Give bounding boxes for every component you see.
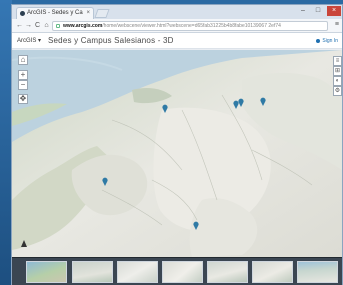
map-home-button[interactable]: ⌂: [18, 55, 28, 65]
slide-thumbnail[interactable]: [117, 261, 158, 283]
back-icon[interactable]: ←: [15, 21, 24, 31]
browser-menu-icon[interactable]: ≡: [335, 21, 339, 28]
slide-thumbnail[interactable]: [162, 261, 203, 283]
address-host: www.arcgis.com: [63, 23, 103, 29]
reload-icon[interactable]: C: [33, 21, 42, 31]
close-window-button[interactable]: ×: [327, 6, 341, 16]
arcgis-brand-menu[interactable]: ArcGIS ▾: [17, 37, 41, 44]
navigation-toggle-button[interactable]: ✥: [18, 94, 28, 104]
browser-titlebar: ArcGIS - Sedes y Ca × – □ ×: [12, 5, 342, 19]
browser-window: ArcGIS - Sedes y Ca × – □ × ← → C ⌂ www.…: [11, 4, 343, 285]
address-path: /home/webscene/viewer.html?webscene=d65f…: [102, 23, 281, 29]
daylight-button[interactable]: ◐: [333, 76, 342, 86]
layer-list-button[interactable]: ≡: [333, 56, 342, 66]
address-bar[interactable]: www.arcgis.com/home/webscene/viewer.html…: [52, 21, 328, 31]
scene-map-view[interactable]: ⌂ + − ✥ ≡ ⊞ ◐ ⚙: [12, 50, 342, 257]
tab-close-icon[interactable]: ×: [86, 8, 90, 19]
map-pin-icon[interactable]: [162, 104, 168, 113]
browser-tab[interactable]: ArcGIS - Sedes y Ca ×: [16, 7, 94, 19]
map-pin-icon[interactable]: [238, 98, 244, 107]
tab-title: ArcGIS - Sedes y Ca: [27, 10, 83, 16]
zoom-out-button[interactable]: −: [18, 80, 28, 90]
maximize-button[interactable]: □: [311, 6, 325, 16]
user-icon: [316, 38, 321, 43]
settings-button[interactable]: ⚙: [333, 86, 342, 96]
lock-icon: [56, 24, 60, 28]
page-title: Sedes y Campus Salesianos - 3D: [48, 36, 174, 45]
home-icon[interactable]: ⌂: [42, 21, 51, 31]
app-header: ArcGIS ▾ Sedes y Campus Salesianos - 3D …: [12, 33, 342, 49]
slide-thumbnail[interactable]: [252, 261, 293, 283]
map-pin-icon[interactable]: [260, 97, 266, 106]
minimize-button[interactable]: –: [296, 6, 310, 16]
forward-icon[interactable]: →: [24, 21, 33, 31]
slide-thumbnail[interactable]: [297, 261, 338, 283]
basemap-button[interactable]: ⊞: [333, 66, 342, 76]
compass-icon[interactable]: [21, 240, 27, 247]
map-pin-icon[interactable]: [102, 177, 108, 186]
slides-strip: [12, 257, 342, 285]
sign-in-link[interactable]: Sign In: [316, 38, 338, 44]
zoom-in-button[interactable]: +: [18, 70, 28, 80]
browser-toolbar: ← → C ⌂ www.arcgis.com/home/webscene/vie…: [12, 19, 342, 33]
sign-in-label: Sign In: [322, 38, 338, 44]
terrain-map: [12, 50, 342, 257]
new-tab-button[interactable]: [94, 9, 110, 18]
slide-thumbnail[interactable]: [72, 261, 113, 283]
map-pin-icon[interactable]: [193, 221, 199, 230]
arcgis-favicon-icon: [20, 11, 25, 16]
slide-thumbnail[interactable]: [207, 261, 248, 283]
slide-thumbnail[interactable]: [26, 261, 67, 283]
